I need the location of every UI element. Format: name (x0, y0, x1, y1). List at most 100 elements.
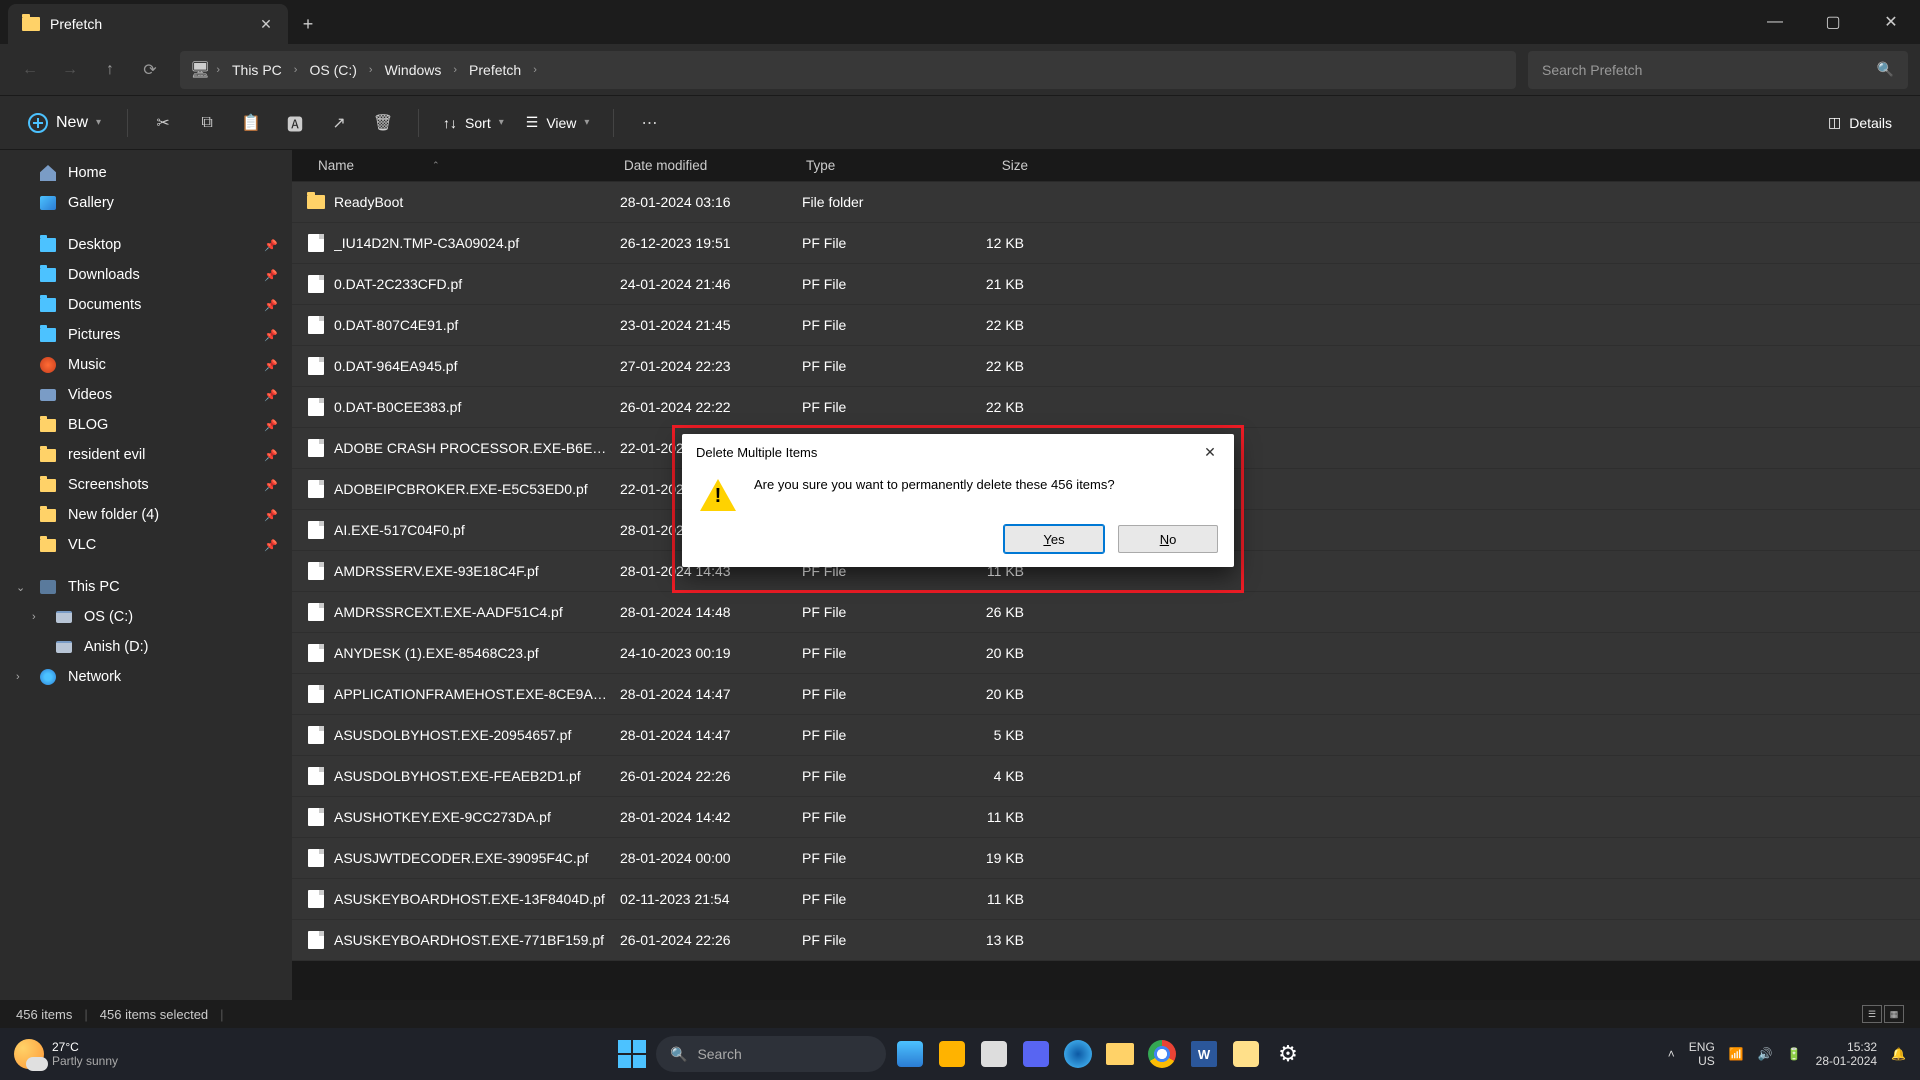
yes-button[interactable]: Yes (1004, 525, 1104, 553)
sidebar-home[interactable]: Home (0, 158, 292, 188)
taskbar-app[interactable] (892, 1036, 928, 1072)
share-button[interactable]: ↗ (320, 104, 358, 142)
table-row[interactable]: 0.DAT-2C233CFD.pf24-01-2024 21:46PF File… (292, 264, 1920, 305)
sidebar-item-documents[interactable]: Documents📌 (0, 290, 292, 320)
taskbar-app[interactable] (934, 1036, 970, 1072)
taskbar-word[interactable]: W (1186, 1036, 1222, 1072)
chevron-right-icon[interactable]: › (529, 64, 541, 76)
refresh-button[interactable]: ⟳ (132, 52, 168, 88)
table-row[interactable]: ANYDESK (1).EXE-85468C23.pf24-10-2023 00… (292, 633, 1920, 674)
copy-button[interactable]: ⧉ (188, 104, 226, 142)
column-type[interactable]: Type (796, 158, 946, 173)
table-row[interactable]: 0.DAT-807C4E91.pf23-01-2024 21:45PF File… (292, 305, 1920, 346)
taskbar-search[interactable]: 🔍Search (656, 1036, 886, 1072)
table-row[interactable]: _IU14D2N.TMP-C3A09024.pf26-12-2023 19:51… (292, 223, 1920, 264)
weather-widget[interactable]: 27°C Partly sunny (14, 1039, 118, 1069)
sidebar-this-pc[interactable]: ⌄This PC (0, 572, 292, 602)
sidebar-drive[interactable]: Anish (D:) (0, 632, 292, 662)
pin-icon[interactable]: 📌 (264, 269, 278, 282)
breadcrumb-seg[interactable]: Prefetch (463, 58, 527, 82)
sidebar-item-resident-evil[interactable]: resident evil📌 (0, 440, 292, 470)
table-row[interactable]: ReadyBoot28-01-2024 03:16File folder (292, 182, 1920, 223)
taskbar-app[interactable] (1228, 1036, 1264, 1072)
table-row[interactable]: 0.DAT-964EA945.pf27-01-2024 22:23PF File… (292, 346, 1920, 387)
dialog-close-button[interactable]: ✕ (1200, 444, 1220, 461)
sidebar-item-blog[interactable]: BLOG📌 (0, 410, 292, 440)
cut-button[interactable]: ✂ (144, 104, 182, 142)
taskbar-edge[interactable] (1060, 1036, 1096, 1072)
table-row[interactable]: AMDRSSRCEXT.EXE-AADF51C4.pf28-01-2024 14… (292, 592, 1920, 633)
more-button[interactable]: ⋯ (630, 104, 668, 142)
chevron-right-icon[interactable]: › (32, 611, 36, 623)
taskbar-chrome[interactable] (1144, 1036, 1180, 1072)
pin-icon[interactable]: 📌 (264, 389, 278, 402)
column-date[interactable]: Date modified (614, 158, 796, 173)
maximize-button[interactable]: ▢ (1804, 0, 1862, 44)
sidebar-item-desktop[interactable]: Desktop📌 (0, 230, 292, 260)
forward-button[interactable]: → (52, 52, 88, 88)
sidebar-gallery[interactable]: Gallery (0, 188, 292, 218)
no-button[interactable]: No (1118, 525, 1218, 553)
pin-icon[interactable]: 📌 (264, 299, 278, 312)
minimize-button[interactable]: — (1746, 0, 1804, 44)
pin-icon[interactable]: 📌 (264, 239, 278, 252)
sidebar-item-vlc[interactable]: VLC📌 (0, 530, 292, 560)
table-row[interactable]: ASUSJWTDECODER.EXE-39095F4C.pf28-01-2024… (292, 838, 1920, 879)
sidebar-drive[interactable]: ›OS (C:) (0, 602, 292, 632)
sidebar-network[interactable]: ›Network (0, 662, 292, 692)
taskbar-settings[interactable]: ⚙ (1270, 1036, 1306, 1072)
delete-button[interactable]: 🗑 (364, 104, 402, 142)
table-row[interactable]: ASUSKEYBOARDHOST.EXE-13F8404D.pf02-11-20… (292, 879, 1920, 920)
view-button[interactable]: ☰ View ▾ (518, 108, 598, 137)
taskbar-app[interactable] (976, 1036, 1012, 1072)
chevron-right-icon[interactable]: › (449, 64, 461, 76)
chevron-right-icon[interactable]: › (365, 64, 377, 76)
details-pane-button[interactable]: ◫ Details (1818, 108, 1902, 137)
new-button[interactable]: New ▾ (18, 107, 111, 139)
thumbnails-view-button[interactable]: ▦ (1884, 1005, 1904, 1023)
search-input[interactable]: Search Prefetch 🔍 (1528, 51, 1908, 89)
tray-overflow[interactable]: ˄ (1668, 1047, 1675, 1061)
table-row[interactable]: 0.DAT-B0CEE383.pf26-01-2024 22:22PF File… (292, 387, 1920, 428)
table-row[interactable]: ASUSDOLBYHOST.EXE-20954657.pf28-01-2024 … (292, 715, 1920, 756)
chevron-right-icon[interactable]: › (212, 64, 224, 76)
sidebar-item-screenshots[interactable]: Screenshots📌 (0, 470, 292, 500)
sort-button[interactable]: ↑↓ Sort ▾ (435, 109, 512, 137)
details-view-button[interactable]: ☰ (1862, 1005, 1882, 1023)
taskbar-explorer[interactable] (1102, 1036, 1138, 1072)
taskbar-app[interactable] (1018, 1036, 1054, 1072)
clock[interactable]: 15:3228-01-2024 (1816, 1040, 1877, 1069)
language-indicator[interactable]: ENGUS (1689, 1040, 1715, 1069)
volume-icon[interactable]: 🔊 (1758, 1047, 1773, 1061)
chevron-right-icon[interactable]: › (16, 671, 20, 683)
pin-icon[interactable]: 📌 (264, 329, 278, 342)
pin-icon[interactable]: 📌 (264, 539, 278, 552)
chevron-down-icon[interactable]: ⌄ (16, 581, 25, 594)
sidebar-item-new-folder-4-[interactable]: New folder (4)📌 (0, 500, 292, 530)
pin-icon[interactable]: 📌 (264, 479, 278, 492)
table-row[interactable]: ASUSHOTKEY.EXE-9CC273DA.pf28-01-2024 14:… (292, 797, 1920, 838)
wifi-icon[interactable]: 📶 (1729, 1047, 1744, 1061)
pin-icon[interactable]: 📌 (264, 449, 278, 462)
address-bar[interactable]: 🖥 › This PC › OS (C:) › Windows › Prefet… (180, 51, 1516, 89)
breadcrumb-seg[interactable]: Windows (379, 58, 448, 82)
dialog-titlebar[interactable]: Delete Multiple Items ✕ (682, 434, 1234, 471)
new-tab-button[interactable]: + (288, 4, 328, 44)
paste-button[interactable]: 📋 (232, 104, 270, 142)
column-name[interactable]: Name ⌃ (292, 158, 614, 173)
back-button[interactable]: ← (12, 52, 48, 88)
rename-button[interactable]: 🅰 (276, 104, 314, 142)
breadcrumb-seg[interactable]: OS (C:) (303, 58, 362, 82)
window-tab[interactable]: Prefetch ✕ (8, 4, 288, 44)
pin-icon[interactable]: 📌 (264, 509, 278, 522)
column-size[interactable]: Size (946, 158, 1042, 173)
sidebar-item-videos[interactable]: Videos📌 (0, 380, 292, 410)
sidebar-item-downloads[interactable]: Downloads📌 (0, 260, 292, 290)
up-button[interactable]: ↑ (92, 52, 128, 88)
close-window-button[interactable]: ✕ (1862, 0, 1920, 44)
sidebar-item-pictures[interactable]: Pictures📌 (0, 320, 292, 350)
table-row[interactable]: ASUSDOLBYHOST.EXE-FEAEB2D1.pf26-01-2024 … (292, 756, 1920, 797)
pin-icon[interactable]: 📌 (264, 359, 278, 372)
table-row[interactable]: ASUSKEYBOARDHOST.EXE-771BF159.pf26-01-20… (292, 920, 1920, 961)
breadcrumb-seg[interactable]: This PC (226, 58, 288, 82)
